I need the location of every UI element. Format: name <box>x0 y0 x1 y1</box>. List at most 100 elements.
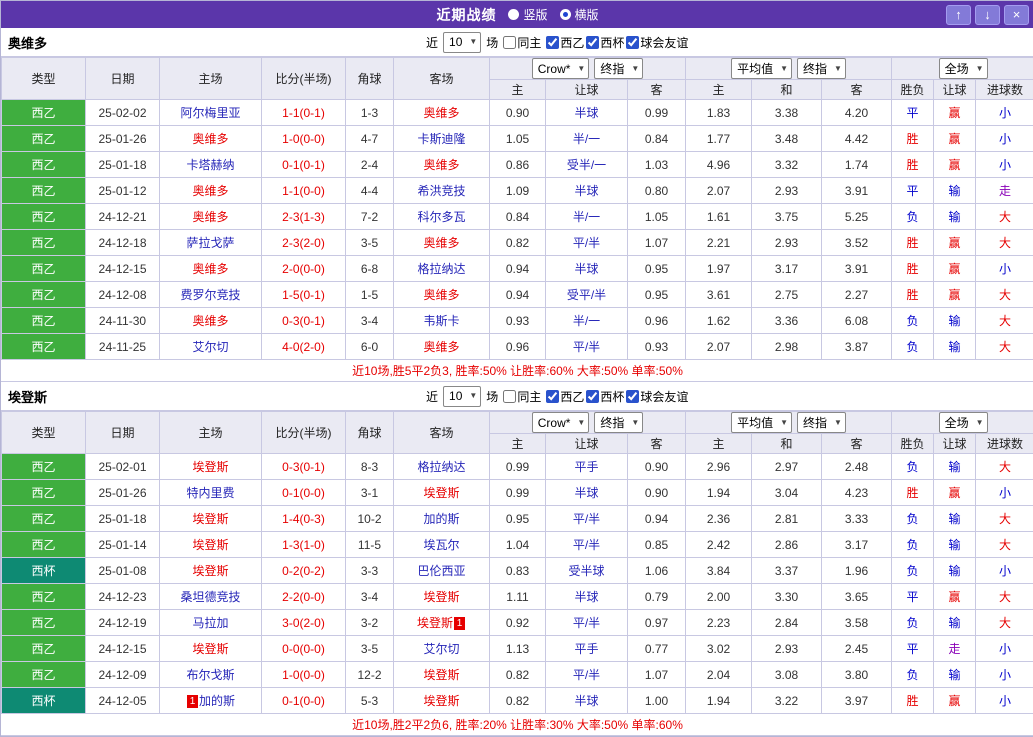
home-team-link[interactable]: 埃登斯 <box>192 512 228 526</box>
away-team-link[interactable]: 埃登斯 <box>423 668 459 682</box>
rounds-select[interactable]: 10 <box>443 32 481 53</box>
away-team-link[interactable]: 埃登斯 <box>423 486 459 500</box>
home-team-link[interactable]: 阿尔梅里亚 <box>180 106 240 120</box>
home-team-link[interactable]: 特内里费 <box>186 486 234 500</box>
home-team-cell: 费罗尔竞技 <box>160 282 262 308</box>
home-team-cell: 特内里费 <box>160 480 262 506</box>
home-team-link[interactable]: 加的斯 <box>199 694 235 708</box>
asia-handicap: 受平/半 <box>546 282 628 308</box>
bookmaker-select[interactable]: Crow* <box>532 58 590 79</box>
euro-odds-time-select[interactable]: 终指 <box>797 58 846 79</box>
home-team-link[interactable]: 费罗尔竞技 <box>180 288 240 302</box>
euro-odds-away: 1.74 <box>822 152 892 178</box>
home-team-cell: 1加的斯 <box>160 688 262 714</box>
subcol-result-goals: 进球数 <box>976 80 1033 100</box>
away-team-link[interactable]: 埃登斯 <box>423 694 459 708</box>
subcol-asia-home: 主 <box>490 80 546 100</box>
result-scope-select[interactable]: 全场 <box>939 58 988 79</box>
away-team-link[interactable]: 埃登斯 <box>423 590 459 604</box>
league-filter-option-1[interactable]: 西乙 <box>546 388 584 405</box>
asia-odds-home: 1.05 <box>490 126 546 152</box>
league-filter-checkbox[interactable] <box>626 390 639 403</box>
result-group-header: 全场 <box>892 412 1033 434</box>
home-team-link[interactable]: 奥维多 <box>192 262 228 276</box>
league-type-badge: 西杯 <box>2 688 86 714</box>
league-filter-checkbox[interactable] <box>586 36 599 49</box>
euro-odds-draw: 3.75 <box>752 204 822 230</box>
league-filter-option-2[interactable]: 西杯 <box>586 388 624 405</box>
same-home-option[interactable]: 同主 <box>503 388 541 405</box>
away-team-link[interactable]: 奥维多 <box>423 106 459 120</box>
home-team-link[interactable]: 埃登斯 <box>192 564 228 578</box>
same-home-checkbox[interactable] <box>503 390 516 403</box>
away-team-link[interactable]: 奥维多 <box>423 236 459 250</box>
match-score: 0-3(0-1) <box>262 308 346 334</box>
asia-odds-time-select[interactable]: 终指 <box>594 58 643 79</box>
same-home-checkbox[interactable] <box>503 36 516 49</box>
away-team-link[interactable]: 科尔多瓦 <box>417 210 465 224</box>
home-team-link[interactable]: 埃登斯 <box>192 460 228 474</box>
away-team-link[interactable]: 埃瓦尔 <box>423 538 459 552</box>
asia-odds-away: 1.03 <box>628 152 686 178</box>
euro-odds-draw: 3.17 <box>752 256 822 282</box>
away-team-link[interactable]: 韦斯卡 <box>423 314 459 328</box>
away-team-cell: 奥维多 <box>394 230 490 256</box>
home-team-link[interactable]: 布尔戈斯 <box>186 668 234 682</box>
same-home-option[interactable]: 同主 <box>503 34 541 51</box>
away-team-link[interactable]: 格拉纳达 <box>417 262 465 276</box>
euro-odds-home: 2.96 <box>686 454 752 480</box>
home-team-link[interactable]: 萨拉戈萨 <box>186 236 234 250</box>
away-team-link[interactable]: 奥维多 <box>423 158 459 172</box>
home-team-link[interactable]: 马拉加 <box>192 616 228 630</box>
league-filter-option-3[interactable]: 球会友谊 <box>626 388 688 405</box>
league-filter-checkbox[interactable] <box>546 390 559 403</box>
away-team-link[interactable]: 格拉纳达 <box>417 460 465 474</box>
match-date: 24-11-30 <box>86 308 160 334</box>
league-filter-checkbox[interactable] <box>626 36 639 49</box>
away-team-link[interactable]: 艾尔切 <box>423 642 459 656</box>
away-team-link[interactable]: 奥维多 <box>423 288 459 302</box>
euro-odds-source-select[interactable]: 平均值 <box>731 412 792 433</box>
home-team-link[interactable]: 埃登斯 <box>192 642 228 656</box>
away-team-link[interactable]: 希洪竞技 <box>417 184 465 198</box>
league-filter-checkbox[interactable] <box>546 36 559 49</box>
asia-odds-time-select[interactable]: 终指 <box>594 412 643 433</box>
corner-count: 1-5 <box>346 282 394 308</box>
scroll-down-button[interactable]: ↓ <box>975 5 1000 25</box>
home-team-link[interactable]: 艾尔切 <box>192 340 228 354</box>
away-team-link[interactable]: 奥维多 <box>423 340 459 354</box>
home-team-link[interactable]: 桑坦德竞技 <box>180 590 240 604</box>
home-team-link[interactable]: 埃登斯 <box>192 538 228 552</box>
asia-odds-home: 1.04 <box>490 532 546 558</box>
home-team-link[interactable]: 奥维多 <box>192 210 228 224</box>
away-team-link[interactable]: 巴伦西亚 <box>417 564 465 578</box>
home-team-link[interactable]: 奥维多 <box>192 314 228 328</box>
result-scope-select[interactable]: 全场 <box>939 412 988 433</box>
bookmaker-select[interactable]: Crow* <box>532 412 590 433</box>
match-date: 25-01-26 <box>86 480 160 506</box>
euro-odds-draw: 3.04 <box>752 480 822 506</box>
euro-odds-away: 3.65 <box>822 584 892 610</box>
close-button[interactable]: × <box>1004 5 1029 25</box>
rounds-select[interactable]: 10 <box>443 386 481 407</box>
scroll-up-button[interactable]: ↑ <box>946 5 971 25</box>
away-team-link[interactable]: 埃登斯 <box>417 616 453 630</box>
league-filter-checkbox[interactable] <box>586 390 599 403</box>
corner-count: 10-2 <box>346 506 394 532</box>
league-filter-option-1[interactable]: 西乙 <box>546 34 584 51</box>
home-team-link[interactable]: 奥维多 <box>192 132 228 146</box>
euro-odds-away: 3.58 <box>822 610 892 636</box>
away-team-link[interactable]: 卡斯迪隆 <box>417 132 465 146</box>
league-filter-option-2[interactable]: 西杯 <box>586 34 624 51</box>
home-team-link[interactable]: 奥维多 <box>192 184 228 198</box>
away-team-link[interactable]: 加的斯 <box>423 512 459 526</box>
result-handicap: 输 <box>934 532 976 558</box>
euro-odds-time-select[interactable]: 终指 <box>797 412 846 433</box>
layout-horizontal-radio[interactable]: 横版 <box>560 6 599 23</box>
euro-odds-source-select[interactable]: 平均值 <box>731 58 792 79</box>
layout-vertical-radio[interactable]: 竖版 <box>508 6 547 23</box>
league-type-badge: 西乙 <box>2 204 86 230</box>
league-type-badge: 西乙 <box>2 230 86 256</box>
home-team-link[interactable]: 卡塔赫纳 <box>186 158 234 172</box>
league-filter-option-3[interactable]: 球会友谊 <box>626 34 688 51</box>
